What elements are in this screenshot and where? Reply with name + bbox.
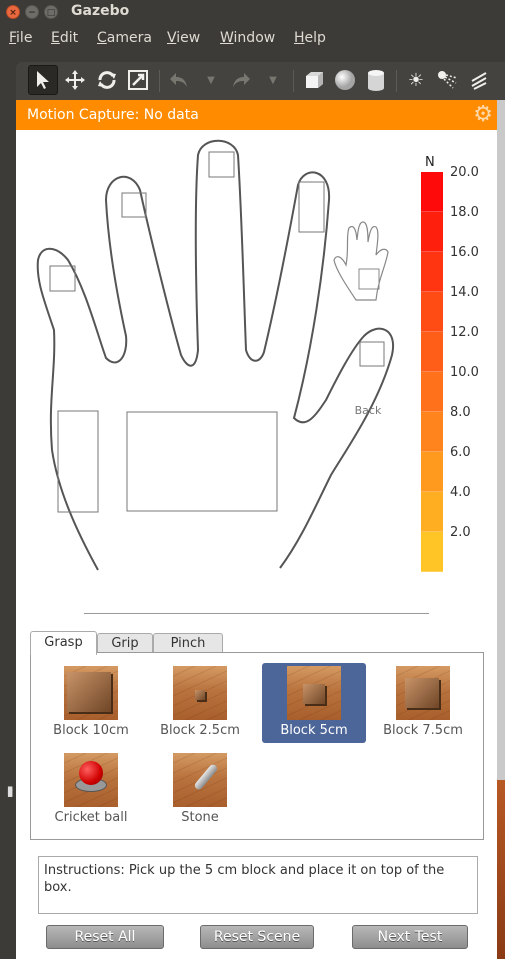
menu-window[interactable]: Window	[220, 30, 275, 46]
tab-pinch[interactable]: Pinch	[153, 633, 223, 654]
sensor-ring-tip[interactable]	[298, 181, 325, 233]
cylinder-shape-icon[interactable]	[361, 65, 391, 95]
menu-bar: File Edit Camera View Window Help	[0, 24, 505, 54]
scale-tick: 18.0	[450, 205, 479, 220]
menu-camera[interactable]: Camera	[97, 30, 152, 46]
stone-thumbnail	[173, 753, 227, 807]
back-label: Back	[355, 404, 382, 417]
object-label: Block 10cm	[53, 723, 129, 738]
scale-segment	[421, 492, 443, 532]
object-block-7-5cm[interactable]: Block 7.5cm	[371, 663, 475, 743]
scale-segment	[421, 172, 443, 212]
block-thumbnail	[173, 666, 227, 720]
scale-segment	[421, 332, 443, 372]
gear-icon[interactable]: ⚙	[473, 103, 493, 127]
menu-view[interactable]: View	[167, 30, 200, 46]
object-block-5cm[interactable]: Block 5cm	[262, 663, 366, 743]
sensor-middle-tip[interactable]	[208, 151, 235, 178]
scale-segment	[421, 532, 443, 572]
redo-icon[interactable]	[226, 65, 256, 95]
sphere-shape-icon[interactable]	[330, 65, 360, 95]
directional-light-icon[interactable]	[464, 65, 494, 95]
scale-tick: 10.0	[450, 365, 479, 380]
object-block-2-5cm[interactable]: Block 2.5cm	[148, 663, 252, 743]
scale-tick: 16.0	[450, 245, 479, 260]
block-thumbnail	[64, 666, 118, 720]
toolbar-separator	[396, 70, 397, 92]
scale-tick: 6.0	[450, 445, 471, 460]
window-title: Gazebo	[71, 3, 130, 19]
object-label: Block 2.5cm	[160, 723, 240, 738]
toolbar-separator	[159, 70, 160, 92]
scale-segment	[421, 412, 443, 452]
instructions-text: Instructions: Pick up the 5 cm block and…	[38, 856, 478, 914]
minimize-window-button[interactable]: −	[25, 5, 39, 19]
sensor-little-tip[interactable]	[49, 265, 76, 292]
reset-scene-button[interactable]: Reset Scene	[200, 925, 314, 949]
undo-icon[interactable]	[164, 65, 194, 95]
point-light-icon[interactable]: ☀	[401, 65, 431, 95]
rotate-icon[interactable]	[92, 65, 122, 95]
ball-thumbnail	[64, 753, 118, 807]
sensor-thumb-tip[interactable]	[359, 341, 385, 367]
object-label: Stone	[181, 810, 219, 825]
scale-tick: 20.0	[450, 165, 479, 180]
scale-tick: 12.0	[450, 325, 479, 340]
scale-tick: 4.0	[450, 485, 471, 500]
next-test-button[interactable]: Next Test	[352, 925, 468, 949]
force-color-scale	[421, 172, 443, 572]
scale-tick: 8.0	[450, 405, 471, 420]
scale-segment	[421, 252, 443, 292]
reset-all-button[interactable]: Reset All	[46, 925, 164, 949]
left-dock-strip	[0, 54, 16, 959]
object-label: Cricket ball	[54, 810, 128, 825]
redo-dropdown-icon[interactable]: ▼	[258, 65, 288, 95]
scale-unit-label: N	[425, 155, 435, 170]
splitter-handle-icon[interactable]: ▪ ▪ ▪	[7, 785, 13, 800]
object-stone[interactable]: Stone	[148, 750, 252, 830]
scale-segment	[421, 212, 443, 252]
close-window-button[interactable]: ×	[6, 5, 20, 19]
block-thumbnail	[396, 666, 450, 720]
menu-edit[interactable]: Edit	[51, 30, 78, 46]
toolbar: ▼ ▼ ☀	[16, 62, 505, 100]
object-list: Block 10cm Block 2.5cm Block 5cm Block 7…	[30, 652, 484, 840]
scale-tick: 2.0	[450, 525, 471, 540]
tab-grasp[interactable]: Grasp	[30, 631, 97, 655]
object-label: Block 5cm	[280, 723, 348, 738]
scale-segment	[421, 452, 443, 492]
toolbar-separator	[293, 70, 294, 92]
scale-segment	[421, 372, 443, 412]
hand-panel: Motion Capture: No data ⚙ Back N 20.0 18…	[16, 100, 497, 959]
sensor-palm[interactable]	[126, 411, 278, 512]
scale-segment	[421, 292, 443, 332]
hand-outline	[36, 139, 395, 571]
divider	[84, 613, 429, 614]
tab-grip[interactable]: Grip	[97, 633, 153, 654]
motion-capture-bar: Motion Capture: No data ⚙	[16, 100, 497, 130]
menu-help[interactable]: Help	[294, 30, 326, 46]
object-cricket-ball[interactable]: Cricket ball	[39, 750, 143, 830]
undo-dropdown-icon[interactable]: ▼	[196, 65, 226, 95]
scale-tick: 14.0	[450, 285, 479, 300]
title-bar: × − □ Gazebo	[0, 0, 505, 24]
object-block-10cm[interactable]: Block 10cm	[39, 663, 143, 743]
block-thumbnail	[287, 666, 341, 720]
translate-icon[interactable]	[60, 65, 90, 95]
maximize-window-button[interactable]: □	[44, 5, 58, 19]
box-shape-icon[interactable]	[299, 65, 329, 95]
back-hand-icon[interactable]	[333, 221, 389, 301]
motion-capture-status: Motion Capture: No data	[27, 107, 199, 123]
object-label: Block 7.5cm	[383, 723, 463, 738]
scale-icon[interactable]	[123, 65, 153, 95]
select-arrow-icon[interactable]	[28, 65, 58, 95]
spot-light-icon[interactable]	[432, 65, 462, 95]
menu-file[interactable]: File	[9, 30, 32, 46]
